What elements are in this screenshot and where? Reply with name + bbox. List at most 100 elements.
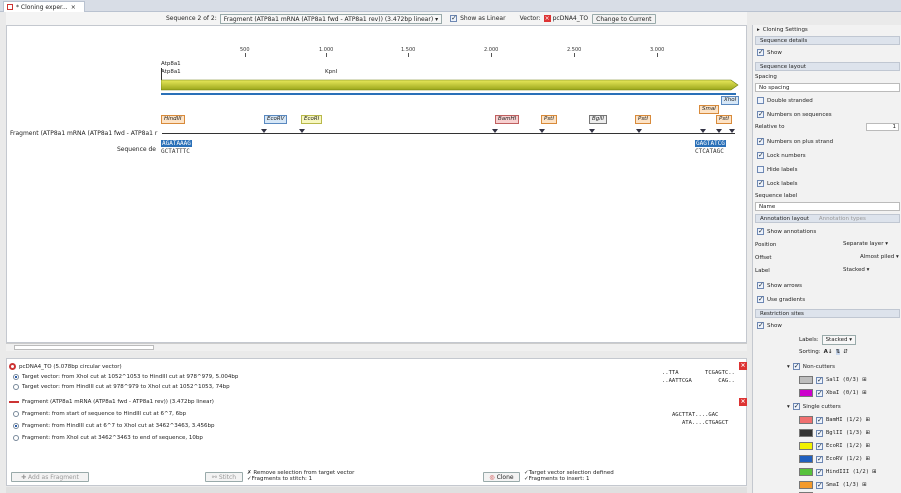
fragment-seq-top: AGCTTAT....GAC (672, 412, 719, 418)
sequence-view[interactable]: 500 1.000 1.500 2.000 2.500 3.000 Atp8a1… (6, 25, 747, 343)
stitch-icon: ⚯ (211, 474, 219, 481)
tab-close-icon[interactable]: × (71, 4, 76, 11)
enzyme-checkbox[interactable] (816, 442, 823, 450)
sort-alpha-icon[interactable]: A↓ (824, 349, 833, 355)
enzyme-info-icon[interactable]: ⊞ (862, 390, 867, 396)
enzyme-checkbox[interactable] (816, 429, 823, 437)
sequence-label-dropdown[interactable]: Name (755, 202, 900, 211)
remove-vector-icon[interactable]: × (739, 362, 747, 370)
numbers-on-sequences-option[interactable]: Numbers on sequences (757, 110, 832, 118)
lock-numbers-option[interactable]: Lock numbers (757, 151, 806, 159)
enzyme-row[interactable]: BamHI (1/2)⊞ (799, 416, 870, 424)
remove-fragment-icon[interactable]: × (739, 398, 747, 406)
cutter-xhoi[interactable]: XhoI (721, 96, 740, 105)
label-dropdown[interactable]: Stacked ▾ (843, 267, 869, 273)
double-stranded-option[interactable]: Double stranded (757, 97, 813, 104)
vector-remove-icon[interactable]: × (543, 15, 551, 22)
enzyme-row[interactable]: BglII (1/3)⊞ (799, 429, 870, 437)
radio[interactable] (13, 423, 19, 429)
selection-bar (161, 93, 736, 95)
single-cutters-group[interactable]: ▾Single cutters (787, 402, 841, 410)
cutter-ecori[interactable]: EcoRI (301, 115, 323, 124)
enzyme-color-swatch[interactable] (799, 416, 813, 424)
offset-dropdown[interactable]: Almost piled ▾ (860, 254, 899, 260)
cutter-smai[interactable]: SmaI (699, 105, 719, 114)
non-cutters-group[interactable]: ▾Non-cutters (787, 362, 835, 370)
rs-show-option[interactable]: Show (757, 321, 782, 329)
enzyme-row[interactable]: EcoRI (1/2)⊞ (799, 442, 870, 450)
sort-cut-icon[interactable]: ⇵ (843, 349, 848, 355)
enzyme-info-icon[interactable]: ⊞ (865, 430, 870, 436)
change-to-current-button[interactable]: Change to Current (592, 13, 656, 24)
collapse-icon[interactable]: ▸ (757, 27, 760, 33)
enzyme-color-swatch[interactable] (799, 481, 813, 489)
stitch-button[interactable]: ⚯ Stitch (205, 472, 243, 482)
cutter-bamhi[interactable]: BamHI (495, 115, 520, 124)
enzyme-color-swatch[interactable] (799, 376, 813, 384)
section-sequence-details[interactable]: Sequence details (755, 36, 900, 45)
cutter-psti[interactable]: PstI (635, 115, 651, 124)
enzyme-info-icon[interactable]: ⊞ (872, 469, 877, 475)
enzyme-info-icon[interactable]: ⊞ (862, 377, 867, 383)
section-sequence-layout[interactable]: Sequence layout (755, 62, 900, 71)
labels-row: Labels: Stacked ▾ (799, 335, 856, 345)
add-fragment-button[interactable]: ✚ Add as Fragment (11, 472, 89, 482)
section-annotation-layout[interactable]: Annotation layout Annotation types (755, 214, 900, 223)
numbers-plus-option[interactable]: Numbers on plus strand (757, 137, 833, 145)
use-gradients-option[interactable]: Use gradients (757, 295, 805, 303)
show-option[interactable]: Show (757, 48, 782, 56)
editor-tab[interactable]: * Cloning exper... × (3, 1, 85, 12)
spacing-dropdown[interactable]: No spacing (755, 83, 900, 92)
enzyme-info-icon[interactable]: ⊞ (862, 482, 867, 488)
enzyme-row[interactable]: SalI (0/3)⊞ (799, 376, 867, 384)
scroll-thumb[interactable] (14, 345, 154, 350)
enzyme-info-icon[interactable]: ⊞ (865, 456, 870, 462)
enzyme-color-swatch[interactable] (799, 389, 813, 397)
vector-option[interactable]: Target vector: from XhoI cut at 1052^105… (13, 374, 238, 380)
fragment-option[interactable]: Fragment: from HindIII cut at 6^7 to Xho… (13, 423, 215, 429)
cutter-psti[interactable]: PstI (716, 115, 732, 124)
relative-to-input[interactable]: 1 (866, 123, 899, 131)
position-dropdown[interactable]: Separate layer ▾ (843, 241, 888, 247)
horizontal-scrollbar[interactable] (6, 343, 747, 351)
enzyme-info-icon[interactable]: ⊞ (865, 443, 870, 449)
radio[interactable] (13, 411, 19, 417)
enzyme-label: SalI (0/3) (826, 377, 860, 383)
cutter-bglii[interactable]: BglII (589, 115, 608, 124)
labels-dropdown[interactable]: Stacked ▾ (821, 335, 856, 345)
enzyme-color-swatch[interactable] (799, 442, 813, 450)
show-annotations-option[interactable]: Show annotations (757, 227, 816, 235)
fragment-option[interactable]: Fragment: from start of sequence to Hind… (13, 411, 186, 417)
sort-number-icon[interactable]: ⇅ (835, 349, 841, 355)
enzyme-checkbox[interactable] (816, 468, 823, 476)
enzyme-checkbox[interactable] (816, 389, 823, 397)
enzyme-checkbox[interactable] (816, 481, 823, 489)
show-linear-checkbox[interactable] (450, 14, 458, 22)
radio[interactable] (13, 435, 19, 441)
section-restriction-sites[interactable]: Restriction sites (755, 309, 900, 318)
sequence-select[interactable]: Fragment (ATP8a1 mRNA (ATP8a1 fwd - ATP8… (219, 13, 443, 24)
enzyme-color-swatch[interactable] (799, 455, 813, 463)
enzyme-row[interactable]: EcoRV (1/2)⊞ (799, 455, 870, 463)
enzyme-row[interactable]: HindIII (1/2)⊞ (799, 468, 877, 476)
enzyme-checkbox[interactable] (816, 455, 823, 463)
enzyme-checkbox[interactable] (816, 376, 823, 384)
radio[interactable] (13, 384, 19, 390)
enzyme-row[interactable]: XbaI (0/1)⊞ (799, 389, 867, 397)
enzyme-color-swatch[interactable] (799, 468, 813, 476)
enzyme-row[interactable]: SmaI (1/3)⊞ (799, 481, 867, 489)
clone-button[interactable]: ◎ Clone (483, 472, 520, 482)
gene-arrow[interactable] (161, 78, 739, 92)
vector-option[interactable]: Target vector: from HindIII cut at 978^9… (13, 384, 230, 390)
enzyme-checkbox[interactable] (816, 416, 823, 424)
show-arrows-option[interactable]: Show arrows (757, 281, 802, 289)
radio[interactable] (13, 374, 19, 380)
cutter-psti[interactable]: PstI (541, 115, 557, 124)
enzyme-info-icon[interactable]: ⊞ (865, 417, 870, 423)
cutter-hindiii[interactable]: HindIII (161, 115, 185, 124)
fragment-option[interactable]: Fragment: from XhoI cut at 3462^3463 to … (13, 435, 203, 441)
enzyme-color-swatch[interactable] (799, 429, 813, 437)
hide-labels-option[interactable]: Hide labels (757, 166, 797, 173)
lock-labels-option[interactable]: Lock labels (757, 179, 797, 187)
cutter-ecorv[interactable]: EcoRV (264, 115, 288, 124)
